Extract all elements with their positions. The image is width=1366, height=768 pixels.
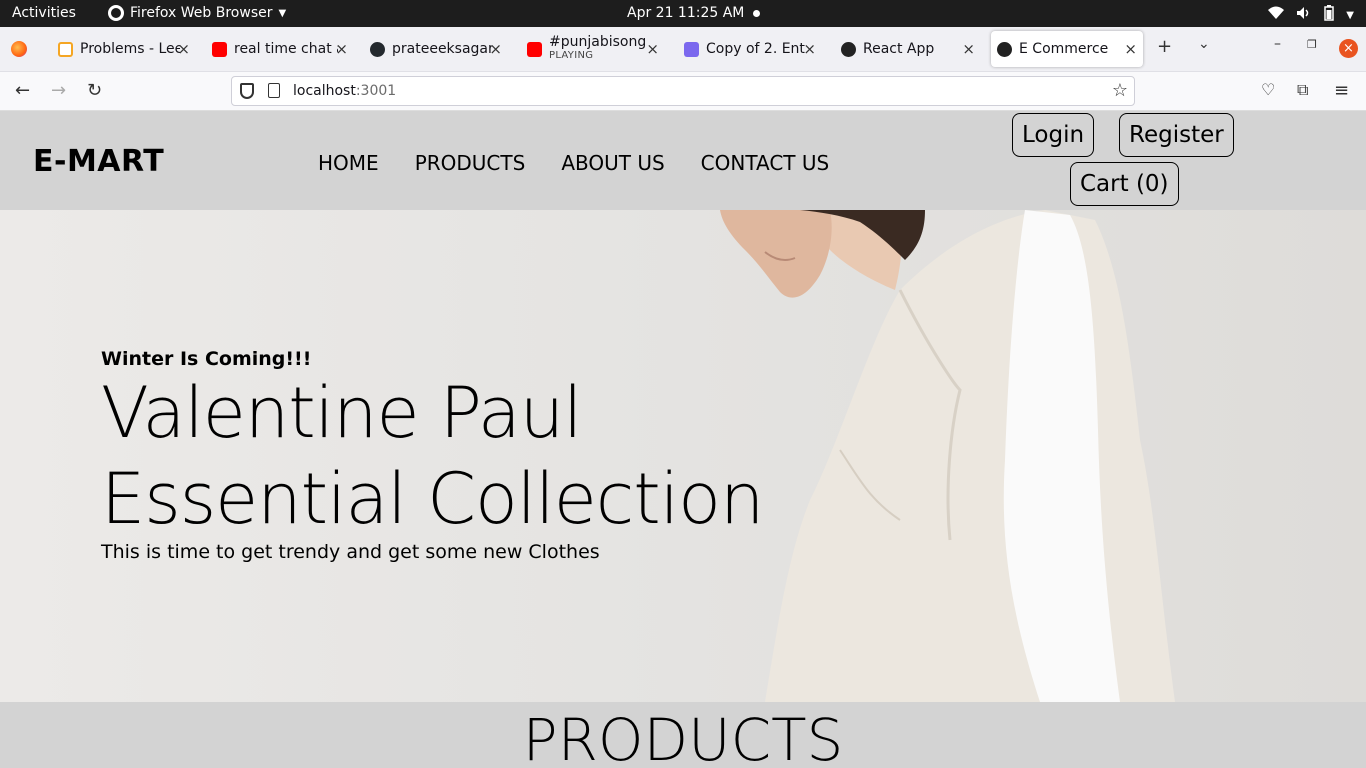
app-menu[interactable]: Firefox Web Browser ▼ <box>108 5 286 21</box>
register-button[interactable]: Register <box>1119 113 1234 157</box>
system-tray[interactable]: ▼ <box>1268 5 1354 25</box>
close-tab-icon[interactable]: × <box>1124 40 1137 58</box>
react-icon <box>997 41 1012 57</box>
extensions-icon[interactable]: ⧉ <box>1297 80 1308 100</box>
wifi-icon <box>1268 6 1285 24</box>
github-icon <box>370 41 385 57</box>
nav-products[interactable]: PRODUCTS <box>415 151 526 175</box>
close-tab-icon[interactable]: × <box>962 40 975 58</box>
volume-icon <box>1296 6 1312 24</box>
docs-icon <box>684 41 699 57</box>
products-section: PRODUCTS <box>0 702 1366 768</box>
hero-tagline: This is time to get trendy and get some … <box>101 541 600 563</box>
firefox-icon <box>108 5 124 21</box>
tab-copy-of-entry[interactable]: Copy of 2. Entr × <box>678 31 822 67</box>
tab-react-app[interactable]: React App × <box>835 31 981 67</box>
tab-e-commerce[interactable]: E Commerce × <box>991 31 1143 67</box>
chevron-down-icon: ▼ <box>1346 9 1354 21</box>
back-icon[interactable]: ← <box>15 80 30 101</box>
firefox-view-icon[interactable] <box>11 41 27 57</box>
leetcode-icon <box>58 41 73 57</box>
close-tab-icon[interactable]: × <box>646 40 659 58</box>
hero-title-line2: Essential Collection <box>101 458 764 540</box>
tab-strip: Problems - Lee × real time chat a × prat… <box>0 27 1366 72</box>
battery-icon <box>1324 5 1335 25</box>
close-tab-icon[interactable]: × <box>803 40 816 58</box>
youtube-icon <box>212 41 227 57</box>
nav-contact-us[interactable]: CONTACT US <box>701 151 830 175</box>
close-tab-icon[interactable]: × <box>335 40 348 58</box>
close-tab-icon[interactable]: × <box>177 40 190 58</box>
hero-title-line1: Valentine Paul <box>101 372 583 454</box>
bookmark-star-icon[interactable]: ☆ <box>1112 80 1128 101</box>
react-icon <box>841 41 856 57</box>
activities-button[interactable]: Activities <box>12 5 76 21</box>
new-tab-icon[interactable]: + <box>1157 36 1172 57</box>
tracking-protection-icon[interactable] <box>240 83 254 99</box>
main-nav: HOME PRODUCTS ABOUT US CONTACT US <box>318 151 829 175</box>
clock[interactable]: Apr 21 11:25 AM <box>627 5 744 21</box>
close-window-icon[interactable]: × <box>1339 39 1358 58</box>
navigation-toolbar: ← → ↻ localhost:3001 ☆ ♡ ⧉ ≡ <box>0 72 1366 111</box>
pocket-icon[interactable]: ♡ <box>1261 80 1275 99</box>
close-tab-icon[interactable]: × <box>489 40 502 58</box>
products-heading: PRODUCTS <box>522 706 844 768</box>
system-top-bar: Activities Firefox Web Browser ▼ Apr 21 … <box>0 0 1366 27</box>
address-bar[interactable]: localhost:3001 ☆ <box>231 76 1135 106</box>
nav-about-us[interactable]: ABOUT US <box>561 151 664 175</box>
model-photo <box>720 210 1175 702</box>
nav-home[interactable]: HOME <box>318 151 379 175</box>
tab-problems[interactable]: Problems - Lee × <box>52 31 196 67</box>
chevron-down-icon: ▼ <box>278 7 287 19</box>
playing-label: PLAYING <box>549 50 594 61</box>
page-info-icon[interactable] <box>268 83 280 98</box>
forward-icon[interactable]: → <box>51 80 66 101</box>
hamburger-menu-icon[interactable]: ≡ <box>1334 80 1349 101</box>
app-name-label: Firefox Web Browser <box>130 5 273 21</box>
maximize-icon[interactable]: ❐ <box>1307 38 1317 51</box>
tab-realtime-chat[interactable]: real time chat a × <box>206 31 354 67</box>
tab-github[interactable]: prateeeksagar/ × <box>364 31 508 67</box>
notification-dot-icon <box>753 10 760 17</box>
url-text[interactable]: localhost:3001 <box>293 83 396 99</box>
brand-logo[interactable]: E-MART <box>33 144 164 179</box>
site-header: E-MART HOME PRODUCTS ABOUT US CONTACT US… <box>0 111 1366 210</box>
tab-punjabi-song[interactable]: #punjabisong # PLAYING × <box>521 31 665 67</box>
list-all-tabs-icon[interactable]: ⌄ <box>1198 36 1210 52</box>
minimize-icon[interactable]: – <box>1274 36 1281 52</box>
hero-banner: Winter Is Coming!!! Valentine Paul Essen… <box>0 210 1366 702</box>
cart-button[interactable]: Cart (0) <box>1070 162 1179 206</box>
youtube-icon <box>527 41 542 57</box>
hero-kicker: Winter Is Coming!!! <box>101 348 312 370</box>
web-page: E-MART HOME PRODUCTS ABOUT US CONTACT US… <box>0 111 1366 768</box>
login-button[interactable]: Login <box>1012 113 1095 157</box>
reload-icon[interactable]: ↻ <box>87 80 102 101</box>
